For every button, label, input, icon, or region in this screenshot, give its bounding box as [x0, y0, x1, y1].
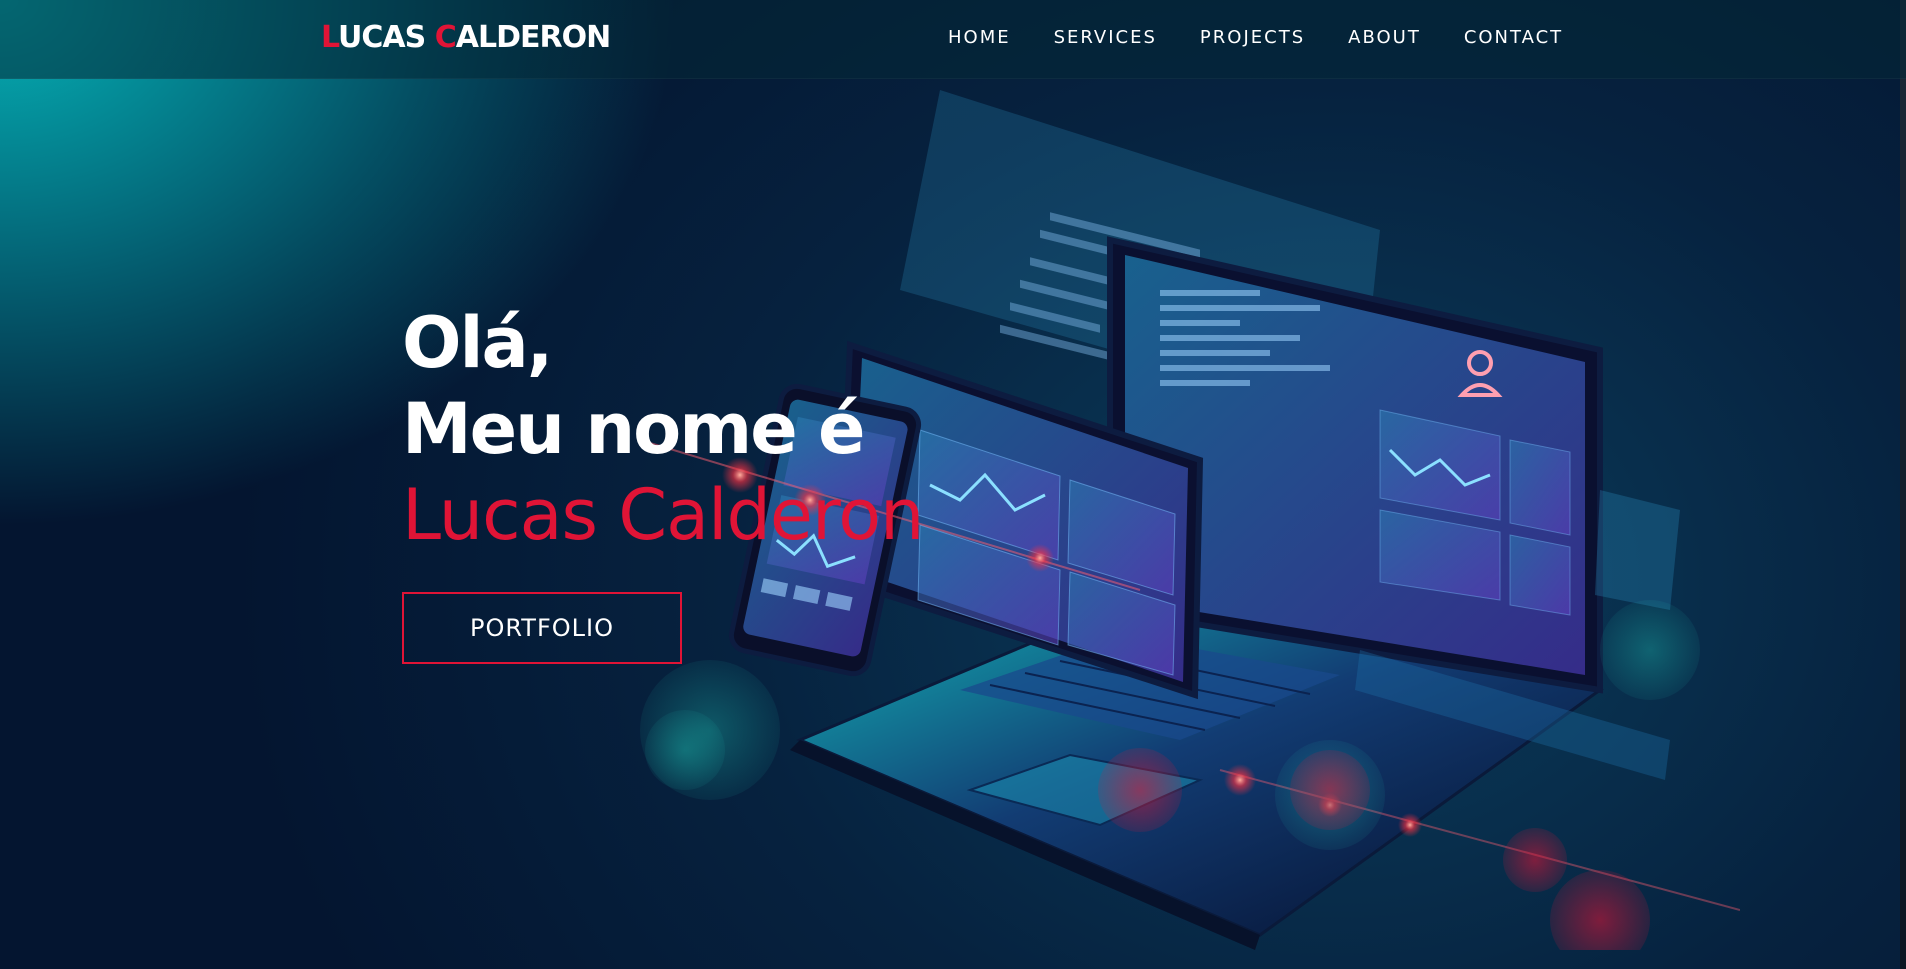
nav-link-projects[interactable]: PROJECTS [1200, 27, 1305, 48]
hero-text: Olá, Meu nome é Lucas Calderon [402, 300, 924, 558]
hero-name: Lucas Calderon [402, 474, 924, 556]
navbar: LUCAS CALDERON HOME SERVICES PROJECTS AB… [0, 0, 1906, 79]
hero-intro: Meu nome é [402, 388, 866, 470]
brand-last-rest: ALDERON [455, 20, 611, 55]
brand-first-initial: L [321, 20, 339, 55]
page: LUCAS CALDERON HOME SERVICES PROJECTS AB… [0, 0, 1906, 969]
brand-logo[interactable]: LUCAS CALDERON [321, 20, 611, 55]
nav-links: HOME SERVICES PROJECTS ABOUT CONTACT [948, 27, 1563, 48]
portfolio-button[interactable]: PORTFOLIO [402, 592, 682, 664]
brand-last-initial: C [434, 20, 457, 55]
hero-greeting: Olá, [402, 302, 553, 384]
nav-link-services[interactable]: SERVICES [1054, 27, 1157, 48]
brand-first-rest: UCAS [338, 20, 435, 55]
nav-link-home[interactable]: HOME [948, 27, 1011, 48]
nav-link-contact[interactable]: CONTACT [1464, 27, 1563, 48]
nav-link-about[interactable]: ABOUT [1348, 27, 1421, 48]
